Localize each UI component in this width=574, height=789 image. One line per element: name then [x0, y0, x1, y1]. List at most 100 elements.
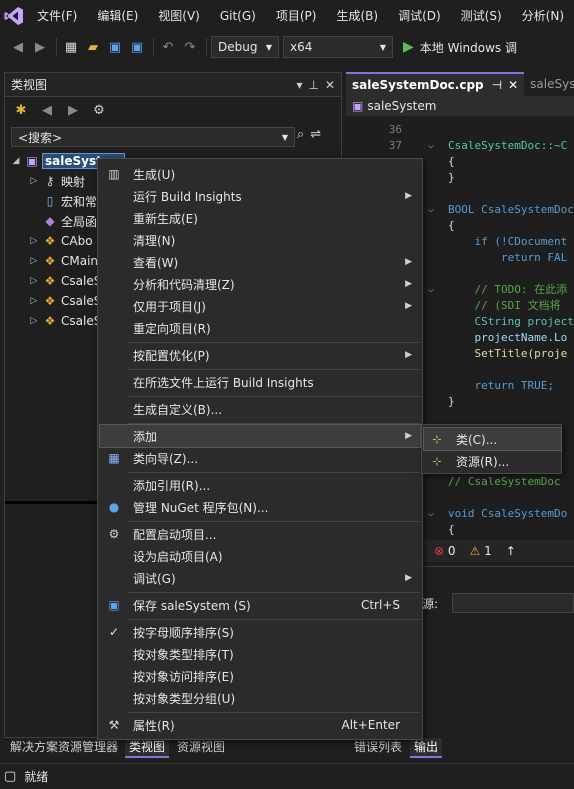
- menu-view[interactable]: 视图(V): [148, 0, 210, 32]
- menu-item-add[interactable]: 添加 ▶: [99, 424, 421, 448]
- tab-class-view[interactable]: 类视图: [125, 738, 170, 758]
- tab-output[interactable]: 输出: [410, 738, 443, 758]
- undo-icon[interactable]: ↶: [158, 37, 178, 57]
- menu-item-pgo[interactable]: 按配置优化(P) ▶: [100, 344, 420, 366]
- pin-icon[interactable]: ⊥: [308, 78, 318, 92]
- tree-item-label: 全局函: [61, 214, 98, 229]
- gear-icon: ⚙: [108, 527, 120, 541]
- menu-item-configure-startup[interactable]: ⚙ 配置启动项目...: [100, 523, 420, 545]
- menu-item-add-reference[interactable]: 添加引用(R)...: [100, 474, 420, 496]
- settings-gear-icon[interactable]: ⚙: [89, 100, 109, 120]
- nuget-icon: ●: [108, 500, 120, 514]
- forward-icon[interactable]: ▶: [63, 100, 83, 120]
- class-icon: ❖: [44, 254, 56, 268]
- navigation-scope: saleSystem: [367, 99, 437, 113]
- menu-item-manage-nuget[interactable]: ● 管理 NuGet 程序包(N)...: [100, 496, 420, 518]
- menu-item-build[interactable]: ▥ 生成(U): [100, 163, 420, 185]
- menu-file[interactable]: 文件(F): [27, 0, 87, 32]
- menu-edit[interactable]: 编辑(E): [87, 0, 148, 32]
- menu-item-group-type[interactable]: 按对象类型分组(U): [100, 687, 420, 709]
- submenu-item-class[interactable]: ⊹ 类(C)...: [423, 427, 562, 451]
- redo-icon[interactable]: ↷: [180, 37, 200, 57]
- collapsed-arrow-icon[interactable]: ▷: [27, 296, 41, 306]
- code-line: 36: [388, 123, 402, 136]
- tree-item-label: 映射: [61, 174, 86, 189]
- menu-analyze[interactable]: 分析(N): [512, 0, 574, 32]
- open-folder-icon[interactable]: ▰: [83, 37, 103, 57]
- menu-item-save[interactable]: ▣ 保存 saleSystem (S) Ctrl+S: [100, 594, 420, 616]
- add-submenu: ⊹ 类(C)... ⊹ 资源(R)...: [421, 424, 562, 474]
- menu-item-debug[interactable]: 调试(G) ▶: [100, 567, 420, 589]
- save-icon[interactable]: ▣: [105, 37, 125, 57]
- tab-error-list[interactable]: 错误列表: [350, 738, 406, 758]
- shortcut-label: Ctrl+S: [360, 598, 400, 612]
- save-all-icon[interactable]: ▣: [127, 37, 147, 57]
- menu-test[interactable]: 测试(S): [451, 0, 512, 32]
- menu-item-project-only[interactable]: 仅用于项目(J) ▶: [100, 295, 420, 317]
- toolbar-separator: [206, 38, 207, 56]
- collapsed-arrow-icon[interactable]: ▷: [27, 176, 41, 186]
- chevron-down-icon: ▼: [265, 42, 272, 52]
- menu-item-class-wizard[interactable]: ▦ 类向导(Z)...: [100, 447, 420, 469]
- run-button[interactable]: ▶ 本地 Windows 调: [403, 39, 517, 56]
- warning-count[interactable]: ⚠ 1: [470, 544, 492, 558]
- cube-icon: ◆: [45, 214, 55, 228]
- editor-navigation-bar[interactable]: ▣ saleSystem: [346, 96, 574, 116]
- configuration-select[interactable]: Debug ▼: [211, 36, 279, 58]
- menu-item-run-build-insights[interactable]: 运行 Build Insights ▶: [100, 185, 420, 207]
- menu-item-sort-access[interactable]: 按对象访问排序(E): [100, 665, 420, 687]
- error-icon: ⊗: [434, 544, 445, 558]
- pin-icon[interactable]: ⊣: [492, 78, 502, 92]
- menu-item-properties[interactable]: ⚒ 属性(R) Alt+Enter: [100, 714, 420, 736]
- menu-item-sort-alpha[interactable]: ✓ 按字母顺序排序(S): [100, 621, 420, 643]
- collapsed-arrow-icon[interactable]: ▷: [27, 236, 41, 246]
- navigate-back-icon[interactable]: ◀: [8, 37, 28, 57]
- output-source-select[interactable]: [452, 593, 574, 613]
- close-icon[interactable]: ✕: [508, 78, 518, 92]
- collapsed-arrow-icon[interactable]: ▷: [27, 256, 41, 266]
- menu-debug[interactable]: 调试(D): [388, 0, 451, 32]
- visual-studio-logo-icon[interactable]: [0, 0, 27, 32]
- submenu-arrow-icon: ▶: [405, 301, 412, 311]
- tab-saleSystem[interactable]: saleSyste: [524, 72, 574, 96]
- build-icon: ▥: [108, 167, 120, 181]
- search-icon[interactable]: ⌕: [297, 127, 304, 142]
- submenu-item-resource[interactable]: ⊹ 资源(R)...: [424, 450, 561, 472]
- menu-build[interactable]: 生成(B): [326, 0, 388, 32]
- submenu-arrow-icon: ▶: [405, 257, 412, 267]
- search-options-icon[interactable]: ⇌: [310, 127, 321, 142]
- navigate-forward-icon[interactable]: ▶: [30, 37, 50, 57]
- menu-item-set-startup[interactable]: 设为启动项目(A): [100, 545, 420, 567]
- menu-item-retarget[interactable]: 重定向项目(R): [100, 317, 420, 339]
- menu-item-build-customizations[interactable]: 生成自定义(B)...: [100, 398, 420, 420]
- menu-git[interactable]: Git(G): [210, 0, 266, 32]
- menu-item-clean[interactable]: 清理(N): [100, 229, 420, 251]
- panel-menu-icon[interactable]: ▾: [296, 78, 302, 92]
- collapsed-arrow-icon[interactable]: ▷: [27, 316, 41, 326]
- up-arrow-icon[interactable]: ↑: [506, 544, 516, 558]
- menu-item-view[interactable]: 查看(W) ▶: [100, 251, 420, 273]
- tab-resource-view[interactable]: 资源视图: [173, 738, 229, 758]
- menu-project[interactable]: 项目(P): [266, 0, 327, 32]
- error-count[interactable]: ⊗ 0: [434, 544, 456, 558]
- platform-select[interactable]: x64 ▼: [283, 36, 393, 58]
- class-view-search-input[interactable]: <搜索> ▼: [11, 127, 295, 147]
- tab-solution-explorer[interactable]: 解决方案资源管理器: [6, 738, 122, 758]
- key-icon: ⚷: [45, 174, 55, 188]
- menu-item-sort-type[interactable]: 按对象类型排序(T): [100, 643, 420, 665]
- submenu-arrow-icon: ▶: [405, 350, 412, 360]
- new-folder-icon[interactable]: ✱: [11, 100, 31, 120]
- class-icon: ❖: [44, 274, 56, 288]
- play-icon: ▶: [403, 39, 414, 55]
- menu-item-build-insights-selected[interactable]: 在所选文件上运行 Build Insights: [100, 371, 420, 393]
- new-project-icon[interactable]: ▦: [61, 37, 81, 57]
- tab-saleSystemDoc-cpp[interactable]: saleSystemDoc.cpp ⊣ ✕: [346, 72, 525, 96]
- collapsed-arrow-icon[interactable]: ▷: [27, 276, 41, 286]
- menu-item-rebuild[interactable]: 重新生成(E): [100, 207, 420, 229]
- editor-tab-strip: saleSystemDoc.cpp ⊣ ✕ saleSyste: [346, 72, 574, 96]
- menu-item-analyze-cleanup[interactable]: 分析和代码清理(Z) ▶: [100, 273, 420, 295]
- expanded-arrow-icon[interactable]: ◢: [9, 156, 23, 166]
- toolbar-separator: [153, 38, 154, 56]
- close-icon[interactable]: ✕: [325, 78, 335, 92]
- back-icon[interactable]: ◀: [37, 100, 57, 120]
